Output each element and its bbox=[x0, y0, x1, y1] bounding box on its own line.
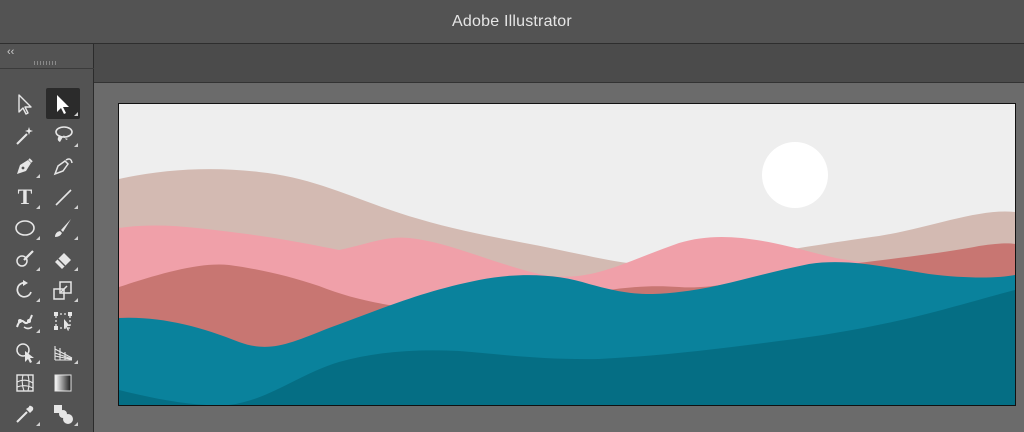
eyedropper-tool[interactable] bbox=[8, 398, 42, 429]
rotate-tool[interactable] bbox=[8, 274, 42, 305]
submenu-indicator-icon bbox=[36, 267, 40, 271]
free-transform-tool[interactable] bbox=[46, 305, 80, 336]
shape-builder-tool[interactable] bbox=[8, 336, 42, 367]
curvature-pen-icon bbox=[53, 157, 73, 175]
grip-icon bbox=[34, 61, 56, 65]
perspective-grid-icon bbox=[54, 345, 73, 361]
submenu-indicator-icon bbox=[36, 298, 40, 302]
perspective-grid-tool[interactable] bbox=[46, 336, 80, 367]
paintbrush-icon bbox=[55, 218, 71, 237]
line-segment-tool[interactable] bbox=[46, 181, 80, 212]
blend-tool[interactable] bbox=[46, 398, 80, 429]
submenu-indicator-icon bbox=[74, 422, 78, 426]
mesh-icon bbox=[16, 373, 34, 392]
shaper-tool[interactable] bbox=[8, 243, 42, 274]
submenu-indicator-icon bbox=[36, 329, 40, 333]
shape-builder-icon bbox=[16, 342, 34, 363]
submenu-indicator-icon bbox=[74, 112, 78, 116]
eraser-icon bbox=[55, 252, 71, 269]
curvature-tool[interactable] bbox=[46, 150, 80, 181]
paintbrush-tool[interactable] bbox=[46, 212, 80, 243]
lasso-tool[interactable] bbox=[46, 119, 80, 150]
canvas-area[interactable] bbox=[94, 83, 1024, 432]
gradient-icon bbox=[54, 374, 72, 391]
document-workspace bbox=[94, 44, 1024, 432]
document-tab-bar bbox=[94, 44, 1024, 83]
submenu-indicator-icon bbox=[74, 143, 78, 147]
submenu-indicator-icon bbox=[74, 360, 78, 364]
mesh-tool[interactable] bbox=[8, 367, 42, 398]
lasso-icon bbox=[55, 125, 73, 142]
submenu-indicator-icon bbox=[36, 205, 40, 209]
magic-wand-tool[interactable] bbox=[8, 119, 42, 150]
ellipse-icon bbox=[15, 219, 35, 236]
submenu-indicator-icon bbox=[36, 174, 40, 178]
scale-tool[interactable] bbox=[46, 274, 80, 305]
pen-tool[interactable] bbox=[8, 150, 42, 181]
tools-panel: ‹‹ T bbox=[0, 44, 94, 432]
title-bar: Adobe Illustrator bbox=[0, 0, 1024, 44]
line-icon bbox=[55, 188, 72, 206]
free-transform-icon bbox=[54, 311, 72, 331]
submenu-indicator-icon bbox=[74, 267, 78, 271]
panel-grip-bar[interactable] bbox=[0, 58, 94, 69]
submenu-indicator-icon bbox=[74, 298, 78, 302]
sun-shape bbox=[762, 142, 828, 208]
submenu-indicator-icon bbox=[74, 205, 78, 209]
submenu-indicator-icon bbox=[36, 422, 40, 426]
puppet-warp-icon bbox=[16, 314, 33, 329]
artboard[interactable] bbox=[118, 103, 1016, 406]
pen-icon bbox=[17, 157, 33, 174]
window-title: Adobe Illustrator bbox=[452, 12, 572, 30]
direct-selection-tool[interactable] bbox=[8, 88, 42, 119]
submenu-indicator-icon bbox=[36, 360, 40, 364]
shaper-icon bbox=[16, 249, 34, 267]
type-icon: T bbox=[17, 183, 33, 209]
hollow-arrow-icon bbox=[18, 93, 32, 115]
scale-icon bbox=[53, 280, 72, 300]
blend-icon bbox=[54, 404, 73, 424]
eraser-tool[interactable] bbox=[46, 243, 80, 274]
gradient-tool[interactable] bbox=[46, 367, 80, 398]
submenu-indicator-icon bbox=[36, 236, 40, 240]
submenu-indicator-icon bbox=[74, 236, 78, 240]
type-tool[interactable]: T bbox=[8, 181, 42, 212]
ellipse-tool[interactable] bbox=[8, 212, 42, 243]
puppet-warp-tool[interactable] bbox=[8, 305, 42, 336]
magic-wand-icon bbox=[16, 126, 33, 145]
landscape-artwork bbox=[119, 104, 1015, 405]
selection-tool[interactable] bbox=[46, 88, 80, 119]
tool-grid: T bbox=[8, 88, 88, 429]
rotate-icon bbox=[16, 279, 32, 298]
solid-arrow-icon bbox=[57, 94, 69, 114]
collapse-panel-button[interactable]: ‹‹ bbox=[7, 46, 14, 58]
eyedropper-icon bbox=[16, 405, 34, 423]
